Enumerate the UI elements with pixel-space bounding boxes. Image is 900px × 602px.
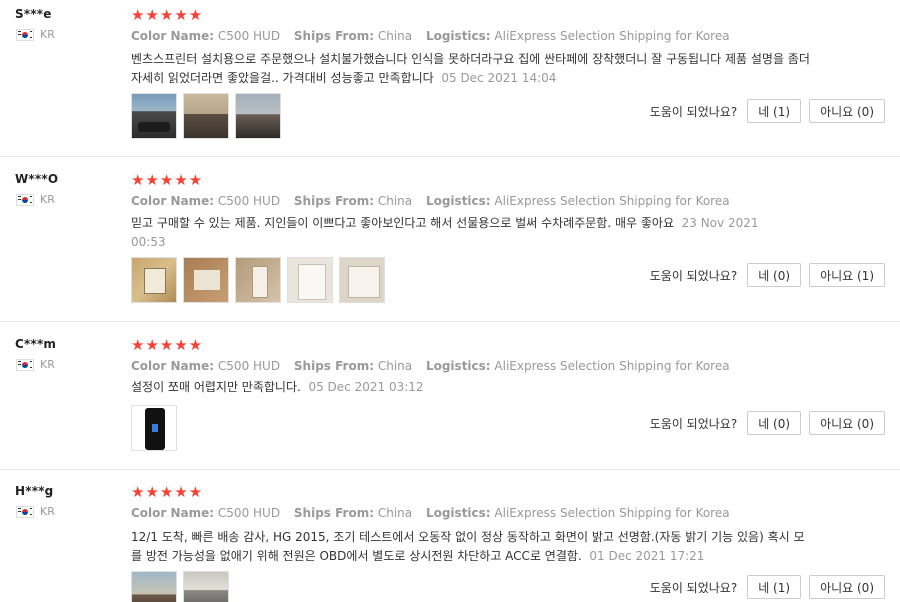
korea-flag-icon bbox=[16, 28, 34, 41]
helpful-no-button[interactable]: 아니요 (0) bbox=[809, 99, 885, 123]
review-body: 믿고 구매할 수 있는 제품. 지인들이 이쁘다고 좋아보인다고 해서 선물용으… bbox=[131, 216, 674, 230]
reviewer-name: H***g bbox=[15, 484, 54, 498]
logistics-label: Logistics: bbox=[425, 506, 491, 520]
review-photo-thumbnail[interactable] bbox=[131, 93, 177, 139]
helpful-vote: 도움이 되었나요? 네 (1) 아니요 (0) bbox=[650, 575, 885, 599]
review-photo-thumbnail[interactable] bbox=[131, 571, 177, 602]
product-info: Color Name: C500 HUD Ships From: China L… bbox=[131, 194, 730, 208]
review-date: 01 Dec 2021 17:21 bbox=[589, 549, 705, 563]
ships-from-label: Ships From: bbox=[293, 194, 375, 208]
color-name-value: C500 HUD bbox=[217, 194, 281, 208]
ships-from-value: China bbox=[377, 506, 413, 520]
helpful-no-button[interactable]: 아니요 (1) bbox=[809, 263, 885, 287]
helpful-yes-button[interactable]: 네 (1) bbox=[747, 99, 802, 123]
review-photo-thumbnail[interactable] bbox=[339, 257, 385, 303]
logistics-value: AliExpress Selection Shipping for Korea bbox=[494, 29, 730, 43]
helpful-label: 도움이 되었나요? bbox=[649, 104, 738, 119]
ships-from-label: Ships From: bbox=[293, 29, 375, 43]
review-photo-thumbnail[interactable] bbox=[235, 257, 281, 303]
ships-from-value: China bbox=[377, 359, 413, 373]
review-text: 벤츠스프린터 설치용으로 주문했으나 설치불가했습니다 인식을 못하더라구요 집… bbox=[131, 50, 811, 88]
reviewer-name: W***O bbox=[15, 172, 59, 186]
review-item: W***O KR ★★★★★ Color Name: C500 HUD Ship… bbox=[0, 165, 900, 322]
helpful-vote: 도움이 되었나요? 네 (1) 아니요 (0) bbox=[650, 99, 885, 123]
helpful-yes-button[interactable]: 네 (0) bbox=[747, 411, 802, 435]
review-photo-thumbnail[interactable] bbox=[183, 257, 229, 303]
korea-flag-icon bbox=[16, 505, 34, 518]
logistics-value: AliExpress Selection Shipping for Korea bbox=[494, 359, 730, 373]
country-code: KR bbox=[40, 193, 55, 206]
ships-from-label: Ships From: bbox=[293, 506, 375, 520]
color-name-value: C500 HUD bbox=[217, 359, 281, 373]
review-photo-thumbnail[interactable] bbox=[183, 93, 229, 139]
country-code: KR bbox=[40, 28, 55, 41]
helpful-yes-button[interactable]: 네 (0) bbox=[747, 263, 802, 287]
review-list: S***e KR ★★★★★ Color Name: C500 HUD Ship… bbox=[0, 0, 900, 602]
product-info: Color Name: C500 HUD Ships From: China L… bbox=[131, 506, 730, 520]
helpful-vote: 도움이 되었나요? 네 (0) 아니요 (0) bbox=[650, 411, 885, 435]
review-text: 믿고 구매할 수 있는 제품. 지인들이 이쁘다고 좋아보인다고 해서 선물용으… bbox=[131, 214, 791, 252]
ships-from-label: Ships From: bbox=[293, 359, 375, 373]
helpful-no-button[interactable]: 아니요 (0) bbox=[809, 575, 885, 599]
logistics-value: AliExpress Selection Shipping for Korea bbox=[494, 506, 730, 520]
review-photos bbox=[131, 405, 177, 451]
review-item: C***m KR ★★★★★ Color Name: C500 HUD Ship… bbox=[0, 330, 900, 470]
color-name-label: Color Name: bbox=[131, 359, 215, 373]
review-photos bbox=[131, 571, 229, 602]
country-code: KR bbox=[40, 358, 55, 371]
ships-from-value: China bbox=[377, 29, 413, 43]
reviewer-name: C***m bbox=[15, 337, 57, 351]
star-rating: ★★★★★ bbox=[131, 483, 204, 501]
reviewer-country: KR bbox=[16, 505, 55, 518]
review-photo-thumbnail[interactable] bbox=[235, 93, 281, 139]
reviewer-country: KR bbox=[16, 28, 55, 41]
korea-flag-icon bbox=[16, 358, 34, 371]
review-item: S***e KR ★★★★★ Color Name: C500 HUD Ship… bbox=[0, 0, 900, 157]
helpful-label: 도움이 되었나요? bbox=[649, 580, 738, 595]
helpful-no-button[interactable]: 아니요 (0) bbox=[809, 411, 885, 435]
logistics-label: Logistics: bbox=[425, 359, 491, 373]
color-name-value: C500 HUD bbox=[217, 29, 281, 43]
helpful-yes-button[interactable]: 네 (1) bbox=[747, 575, 802, 599]
color-name-label: Color Name: bbox=[131, 29, 215, 43]
reviewer-name: S***e bbox=[15, 7, 52, 21]
country-code: KR bbox=[40, 505, 55, 518]
korea-flag-icon bbox=[16, 193, 34, 206]
logistics-label: Logistics: bbox=[425, 29, 491, 43]
logistics-value: AliExpress Selection Shipping for Korea bbox=[494, 194, 730, 208]
product-info: Color Name: C500 HUD Ships From: China L… bbox=[131, 29, 730, 43]
review-photos bbox=[131, 257, 385, 303]
review-photo-thumbnail[interactable] bbox=[287, 257, 333, 303]
review-text: 설정이 쪼매 어렵지만 만족합니다. 05 Dec 2021 03:12 bbox=[131, 378, 811, 397]
ships-from-value: China bbox=[377, 194, 413, 208]
reviewer-country: KR bbox=[16, 193, 55, 206]
review-photos bbox=[131, 93, 281, 139]
review-body: 설정이 쪼매 어렵지만 만족합니다. bbox=[131, 380, 301, 394]
star-rating: ★★★★★ bbox=[131, 171, 204, 189]
review-text: 12/1 도착, 빠른 배송 감사, HG 2015, 조기 테스트에서 오동작… bbox=[131, 528, 811, 566]
reviewer-country: KR bbox=[16, 358, 55, 371]
star-rating: ★★★★★ bbox=[131, 336, 204, 354]
helpful-vote: 도움이 되었나요? 네 (0) 아니요 (1) bbox=[650, 263, 885, 287]
review-date: 05 Dec 2021 14:04 bbox=[441, 71, 557, 85]
logistics-label: Logistics: bbox=[425, 194, 491, 208]
review-photo-thumbnail[interactable] bbox=[183, 571, 229, 602]
review-photo-thumbnail[interactable] bbox=[131, 405, 177, 451]
color-name-label: Color Name: bbox=[131, 194, 215, 208]
star-rating: ★★★★★ bbox=[131, 6, 204, 24]
review-item: H***g KR ★★★★★ Color Name: C500 HUD Ship… bbox=[0, 477, 900, 602]
review-date: 05 Dec 2021 03:12 bbox=[308, 380, 424, 394]
review-photo-thumbnail[interactable] bbox=[131, 257, 177, 303]
product-info: Color Name: C500 HUD Ships From: China L… bbox=[131, 359, 730, 373]
color-name-label: Color Name: bbox=[131, 506, 215, 520]
color-name-value: C500 HUD bbox=[217, 506, 281, 520]
helpful-label: 도움이 되었나요? bbox=[649, 416, 738, 431]
helpful-label: 도움이 되었나요? bbox=[649, 268, 738, 283]
